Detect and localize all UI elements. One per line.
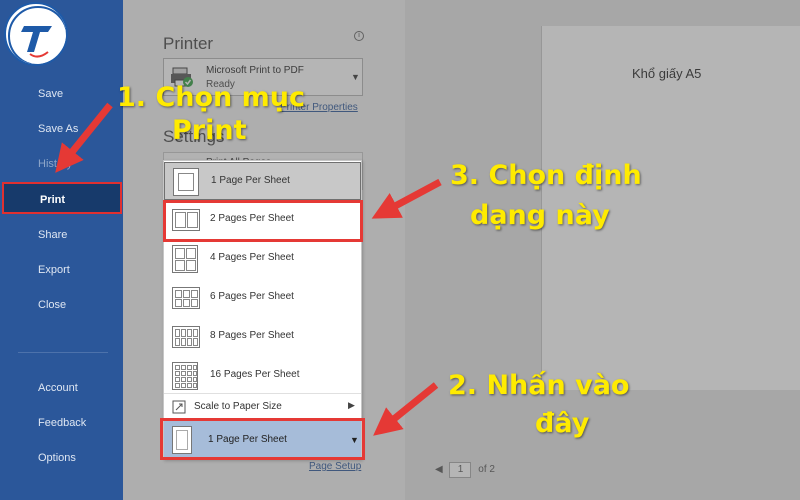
four-pages-icon	[172, 245, 198, 273]
scale-to-paper-size-item[interactable]: Scale to Paper Size ▶	[164, 393, 361, 419]
sidebar-item-save-as[interactable]: Save As	[0, 113, 123, 145]
option-4-pages-per-sheet[interactable]: 4 Pages Per Sheet	[164, 240, 361, 278]
scale-label: Scale to Paper Size	[194, 401, 282, 412]
sidebar-item-export[interactable]: Export	[0, 254, 123, 286]
sidebar-item-options[interactable]: Options	[0, 442, 123, 474]
sidebar-item-save[interactable]: Save	[0, 78, 123, 110]
scale-icon	[172, 400, 186, 414]
one-page-icon	[173, 168, 199, 196]
sidebar-divider	[18, 352, 108, 353]
sixteen-pages-icon	[172, 362, 198, 390]
option-label: 1 Page Per Sheet	[211, 175, 290, 186]
option-16-pages-per-sheet[interactable]: 16 Pages Per Sheet	[164, 357, 361, 395]
brand-logo-icon	[8, 6, 66, 64]
option-label: 6 Pages Per Sheet	[210, 291, 294, 302]
six-pages-icon	[172, 287, 200, 309]
step2-text-line2: đây	[535, 408, 590, 439]
option-label: 16 Pages Per Sheet	[210, 369, 300, 380]
sidebar-item-feedback[interactable]: Feedback	[0, 407, 123, 439]
step1-text-line1: 1. Chọn mục	[117, 82, 306, 113]
sidebar-item-print[interactable]: Print	[2, 182, 122, 214]
sidebar-item-close[interactable]: Close	[0, 289, 123, 321]
brand-logo	[4, 2, 68, 66]
step3-text-line1: 3. Chọn định	[450, 160, 642, 191]
option-6-pages-per-sheet[interactable]: 6 Pages Per Sheet	[164, 279, 361, 317]
step3-text-line2: dạng này	[470, 200, 610, 231]
option-1-page-per-sheet[interactable]: 1 Page Per Sheet	[164, 162, 361, 200]
chevron-right-icon: ▶	[348, 400, 355, 410]
eight-pages-icon	[172, 326, 200, 348]
option-label: 8 Pages Per Sheet	[210, 330, 294, 341]
sidebar-item-account[interactable]: Account	[0, 372, 123, 404]
step2-text-line1: 2. Nhấn vào	[448, 370, 630, 401]
backstage-sidebar: Save Save As History Print Share Export …	[0, 0, 123, 500]
highlight-pages-per-sheet-select	[160, 418, 365, 460]
option-8-pages-per-sheet[interactable]: 8 Pages Per Sheet	[164, 318, 361, 356]
sidebar-item-history[interactable]: History	[0, 148, 123, 180]
sidebar-item-share[interactable]: Share	[0, 219, 123, 251]
step1-text-line2: Print	[172, 115, 247, 146]
option-label: 4 Pages Per Sheet	[210, 252, 294, 263]
highlight-2-pages-option	[163, 200, 363, 242]
